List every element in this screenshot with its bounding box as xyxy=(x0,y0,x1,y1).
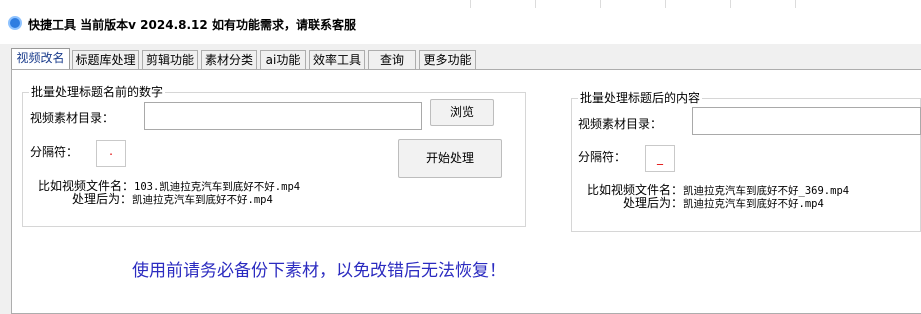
right-sep-input[interactable]: _ xyxy=(645,145,675,172)
tab-more[interactable]: 更多功能 xyxy=(419,50,476,69)
browse-button[interactable]: 浏览 xyxy=(430,99,494,126)
backup-warning: 使用前请务必备份下素材，以免改错后无法恢复！ xyxy=(132,261,506,281)
right-sep-label: 分隔符： xyxy=(578,150,627,164)
right-example-label2: 处理后为： xyxy=(623,196,684,210)
right-group-title: 批量处理标题后的内容 xyxy=(578,91,703,105)
left-example-value1: 103.凯迪拉克汽车到底好不好.mp4 xyxy=(134,181,301,193)
left-sep-input[interactable]: . xyxy=(96,140,126,167)
left-example-label1: 比如视频文件名： xyxy=(38,179,135,193)
title-bar: 快捷工具 当前版本v 2024.8.12 如有功能需求，请联系客服 xyxy=(0,0,921,44)
right-example-value1: 凯迪拉克汽车到底好不好_369.mp4 xyxy=(683,185,850,197)
right-example-line2: 处理后为：凯迪拉克汽车到底好不好.mp4 xyxy=(623,197,824,210)
left-dir-input[interactable] xyxy=(144,102,422,130)
right-example-value2: 凯迪拉克汽车到底好不好.mp4 xyxy=(683,198,824,210)
left-group-title: 批量处理标题名前的数字 xyxy=(29,85,166,99)
title-bar-divider xyxy=(665,0,666,8)
left-example-value2: 凯迪拉克汽车到底好不好.mp4 xyxy=(132,194,273,206)
left-example-label2: 处理后为： xyxy=(72,192,133,206)
title-bar-divider xyxy=(795,0,796,8)
left-sep-label: 分隔符： xyxy=(30,145,79,159)
left-dir-label: 视频素材目录： xyxy=(30,111,115,125)
right-dir-label: 视频素材目录： xyxy=(578,117,663,131)
right-dir-input[interactable] xyxy=(692,107,921,135)
tab-rename-video[interactable]: 视频改名 xyxy=(11,48,70,70)
title-bar-divider xyxy=(535,0,536,8)
tab-query[interactable]: 查询 xyxy=(368,50,416,69)
start-process-button[interactable]: 开始处理 xyxy=(398,139,502,178)
tab-ai[interactable]: ai功能 xyxy=(260,50,306,69)
right-example-label1: 比如视频文件名： xyxy=(587,183,684,197)
tab-material-category[interactable]: 素材分类 xyxy=(201,50,257,69)
tab-title-library[interactable]: 标题库处理 xyxy=(72,50,139,69)
title-bar-divider xyxy=(730,0,731,8)
title-bar-divider xyxy=(470,0,471,8)
tab-efficiency-tools[interactable]: 效率工具 xyxy=(309,50,365,69)
left-example-line2: 处理后为：凯迪拉克汽车到底好不好.mp4 xyxy=(72,193,273,206)
title-bar-divider xyxy=(600,0,601,8)
app-logo-icon xyxy=(8,16,22,30)
window-title: 快捷工具 当前版本v 2024.8.12 xyxy=(28,18,208,32)
window-hint: 如有功能需求，请联系客服 xyxy=(212,18,357,32)
tab-editing[interactable]: 剪辑功能 xyxy=(142,50,198,69)
